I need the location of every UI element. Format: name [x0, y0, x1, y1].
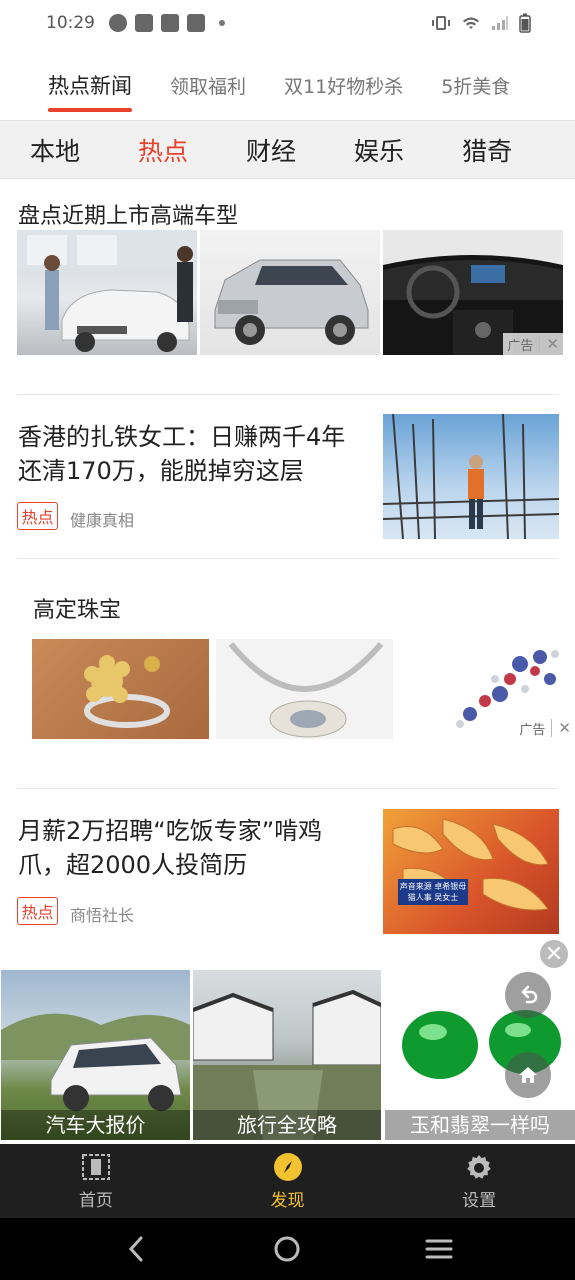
necklace-illustration	[228, 642, 384, 738]
suv-illustration	[214, 259, 369, 345]
status-bar: 10:29	[0, 0, 575, 46]
chicken-feet-illustration	[392, 818, 549, 911]
ad-close-icon[interactable]: ✕	[539, 335, 559, 353]
home-icon	[81, 1152, 111, 1182]
category-tab-curious[interactable]: 猎奇	[462, 132, 512, 168]
ad-badge: 广告 ✕	[515, 717, 575, 739]
news-image-rebar-worker[interactable]	[383, 414, 559, 539]
battery-icon	[519, 13, 531, 33]
top-tab-double11[interactable]: 双11好物秒杀	[284, 56, 403, 114]
home-fab-icon[interactable]	[505, 1052, 551, 1098]
nav-home-label: 首页	[78, 1190, 113, 1211]
banner-label: 旅行全攻略	[193, 1110, 381, 1140]
category-tab-finance[interactable]: 财经	[246, 132, 296, 168]
nav-settings-label: 设置	[462, 1190, 497, 1211]
signal-icon	[492, 16, 508, 30]
banner-label: 汽车大报价	[1, 1110, 190, 1140]
ad-close-icon[interactable]: ✕	[551, 719, 571, 737]
news-source: 健康真相	[70, 511, 135, 530]
news-title[interactable]: 香港的扎铁女工：日赚两千4年还清170万，能脱掉穷这层	[18, 420, 358, 488]
ad-image-necklace[interactable]	[216, 639, 393, 739]
notification-app-icon	[109, 14, 127, 32]
nav-discover-label: 发现	[270, 1190, 305, 1211]
back-fab-icon[interactable]	[505, 972, 551, 1018]
gear-icon	[464, 1152, 494, 1182]
vibrate-icon	[432, 16, 450, 30]
recents-menu-icon[interactable]	[419, 1229, 459, 1269]
ad-image-car-showroom[interactable]	[17, 230, 197, 355]
hot-tag: 热点	[17, 897, 58, 925]
top-tabs: 热点新闻 领取福利 双11好物秒杀 5折美食	[0, 56, 575, 120]
rebar-worker-illustration	[383, 414, 559, 539]
top-tab-welfare[interactable]: 领取福利	[170, 56, 246, 114]
ad-image-ring[interactable]	[32, 639, 209, 739]
news-image-chicken-feet[interactable]: 声音来源 卓希银母猫人事 吴女士	[383, 809, 559, 934]
ad-image-gem-brooch[interactable]: 广告 ✕	[400, 639, 575, 739]
divider	[17, 394, 558, 395]
compass-icon	[273, 1152, 303, 1182]
floating-banner-close-icon[interactable]: ✕	[538, 938, 570, 970]
home-circle-icon[interactable]	[267, 1229, 307, 1269]
system-nav-bar	[0, 1218, 575, 1280]
bottom-nav: 首页 发现 设置	[0, 1144, 575, 1218]
more-notifications-icon	[219, 20, 225, 26]
nav-settings[interactable]: 设置	[383, 1144, 575, 1218]
news-source: 商悟社长	[70, 906, 135, 925]
top-tab-food[interactable]: 5折美食	[441, 56, 510, 114]
ad-image-car-interior[interactable]: 广告 ✕	[383, 230, 563, 355]
banner-item-travel[interactable]: 旅行全攻略	[193, 970, 381, 1140]
mail-icon	[187, 14, 205, 32]
mail-icon	[135, 14, 153, 32]
nav-home[interactable]: 首页	[0, 1144, 192, 1218]
category-tab-hot[interactable]: 热点	[138, 132, 188, 168]
nav-discover[interactable]: 发现	[192, 1144, 384, 1218]
category-tab-local[interactable]: 本地	[30, 132, 80, 168]
banner-label: 玉和翡翠一样吗	[385, 1110, 575, 1140]
ad-title[interactable]: 盘点近期上市高端车型	[18, 198, 238, 230]
hot-tag: 热点	[17, 502, 58, 530]
status-time: 10:29	[46, 13, 95, 33]
divider	[17, 558, 558, 559]
divider	[17, 788, 558, 789]
news-image-caption: 声音来源 卓希银母猫人事 吴女士	[399, 882, 467, 902]
ad-badge: 广告 ✕	[503, 333, 563, 355]
category-tab-entertainment[interactable]: 娱乐	[354, 132, 404, 168]
ad-badge-label: 广告	[519, 722, 546, 738]
top-tab-hot-news[interactable]: 热点新闻	[48, 56, 132, 114]
ad-badge-label: 广告	[507, 338, 534, 354]
category-tabs: 本地 热点 财经 娱乐 猎奇	[0, 120, 575, 179]
wifi-icon	[463, 17, 479, 29]
ad-title[interactable]: 高定珠宝	[33, 592, 121, 624]
mail-icon	[161, 14, 179, 32]
news-title[interactable]: 月薪2万招聘“吃饭专家”啃鸡爪，超2000人投简历	[18, 814, 358, 882]
ring-illustration	[84, 655, 170, 728]
banner-item-car-price[interactable]: 汽车大报价	[1, 970, 190, 1140]
ad-image-suv[interactable]	[200, 230, 380, 355]
back-icon[interactable]	[116, 1229, 156, 1269]
car-showroom-illustration	[17, 230, 197, 352]
